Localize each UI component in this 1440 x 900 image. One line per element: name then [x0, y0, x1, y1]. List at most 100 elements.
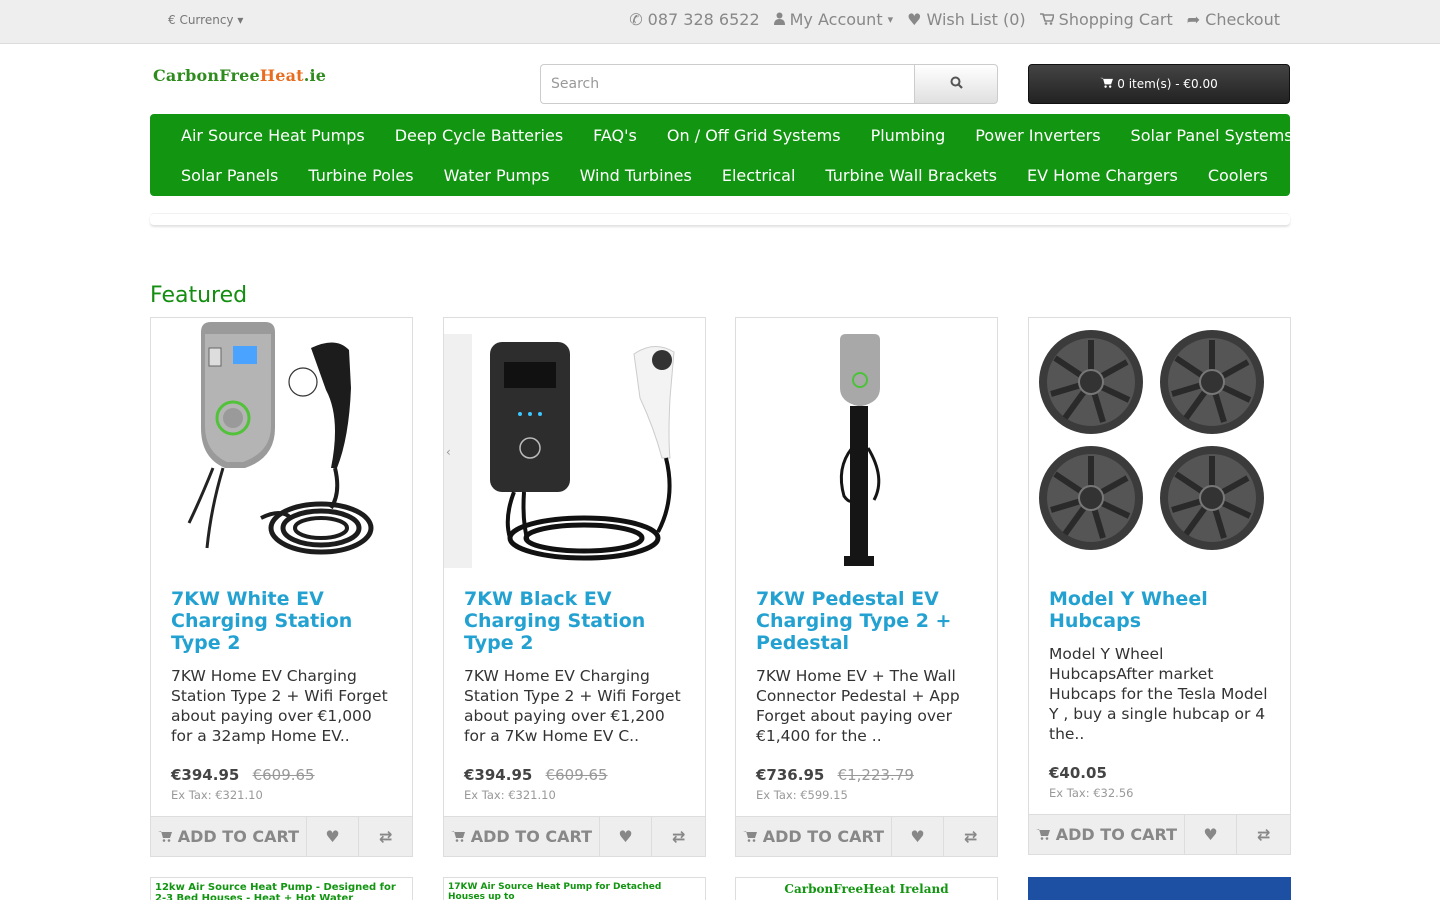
- product-name-link[interactable]: 7KW Black EV Charging Station Type 2: [464, 588, 685, 654]
- cart-icon: [157, 827, 172, 846]
- cart-icon: [450, 827, 465, 846]
- add-to-wishlist-button[interactable]: ♥: [600, 817, 653, 856]
- product-price: €394.95 €609.65: [171, 766, 392, 784]
- price-old: €1,223.79: [837, 766, 914, 784]
- product-name-link[interactable]: 7KW White EV Charging Station Type 2: [171, 588, 392, 654]
- phone-number: 087 328 6522: [647, 10, 760, 29]
- menu-row-2: Solar Panels Turbine Poles Water Pumps W…: [166, 155, 1290, 195]
- price-ex-tax: Ex Tax: €32.56: [1049, 786, 1134, 800]
- search-icon: [950, 76, 963, 92]
- product-price: €394.95 €609.65: [464, 766, 685, 784]
- price-ex-tax: Ex Tax: €321.10: [464, 788, 556, 802]
- product-actions: ADD TO CART ♥ ⇄: [736, 816, 997, 856]
- menu-item[interactable]: Coolers: [1193, 166, 1283, 185]
- price-old: €609.65: [545, 766, 608, 784]
- menu-item[interactable]: Turbine Wall Brackets: [810, 166, 1012, 185]
- menu-item[interactable]: Plumbing: [856, 126, 961, 145]
- category-menu: Air Source Heat Pumps Deep Cycle Batteri…: [150, 114, 1293, 196]
- menu-item[interactable]: On / Off Grid Systems: [652, 126, 856, 145]
- add-to-wishlist-button[interactable]: ♥: [1185, 815, 1238, 854]
- menu-item[interactable]: EV Home Chargers: [1012, 166, 1193, 185]
- add-to-cart-button[interactable]: ADD TO CART: [151, 817, 307, 856]
- add-to-cart-label: ADD TO CART: [1055, 825, 1178, 844]
- add-to-cart-label: ADD TO CART: [762, 827, 885, 846]
- add-to-cart-button[interactable]: ADD TO CART: [1029, 815, 1185, 854]
- cart-icon: [742, 827, 757, 846]
- product-card-partial[interactable]: 17KW Air Source Heat Pump for Detached H…: [443, 877, 706, 900]
- product-image[interactable]: [151, 318, 412, 576]
- heart-icon: ♥: [910, 827, 925, 846]
- site-logo[interactable]: CarbonFreeHeat.ie: [153, 66, 326, 85]
- compare-button[interactable]: ⇄: [1237, 815, 1290, 854]
- product-actions: ADD TO CART ♥ ⇄: [444, 816, 705, 856]
- search-button[interactable]: [914, 64, 998, 104]
- wish-list-label: Wish List (0): [926, 10, 1026, 29]
- product-banner-text: CarbonFreeHeat Ireland: [784, 882, 949, 896]
- menu-item[interactable]: Solar Panels: [166, 166, 293, 185]
- product-image[interactable]: [1029, 318, 1290, 576]
- menu-item[interactable]: FAQ's: [578, 126, 652, 145]
- product-banner-text: 12kw Air Source Heat Pump - Designed for…: [155, 882, 396, 900]
- product-card-partial[interactable]: CarbonFreeHeat Ireland: [735, 877, 998, 900]
- product-image[interactable]: ‹: [444, 318, 705, 576]
- product-description: 7KW Home EV + The Wall Connector Pedesta…: [756, 667, 960, 745]
- exchange-icon: ⇄: [671, 827, 686, 846]
- add-to-wishlist-button[interactable]: ♥: [892, 817, 945, 856]
- share-icon: ➦: [1186, 10, 1201, 29]
- menu-item[interactable]: Deep Cycle Batteries: [380, 126, 578, 145]
- menu-item[interactable]: Wind Turbines: [565, 166, 707, 185]
- cart-summary-text: 0 item(s) - €0.00: [1117, 77, 1218, 91]
- checkout-label: Checkout: [1205, 10, 1280, 29]
- price-ex-tax: Ex Tax: €321.10: [171, 788, 263, 802]
- product-name-link[interactable]: Model Y Wheel Hubcaps: [1049, 588, 1270, 632]
- compare-button[interactable]: ⇄: [652, 817, 705, 856]
- user-icon: [773, 10, 785, 29]
- checkout-link[interactable]: ➦ Checkout: [1187, 10, 1280, 29]
- heart-icon: ♥: [325, 827, 340, 846]
- price-new: €736.95: [756, 766, 825, 784]
- product-card: 7KW Pedestal EV Charging Type 2 + Pedest…: [735, 317, 998, 857]
- cart-summary-button[interactable]: 0 item(s) - €0.00: [1028, 64, 1290, 104]
- logo-text-1: CarbonFree: [153, 66, 260, 85]
- compare-button[interactable]: ⇄: [944, 817, 997, 856]
- currency-dropdown[interactable]: € Currency ▾: [168, 13, 243, 27]
- shopping-cart-link[interactable]: Shopping Cart: [1039, 10, 1173, 29]
- add-to-cart-label: ADD TO CART: [177, 827, 300, 846]
- heart-icon: ♥: [1203, 825, 1218, 844]
- heart-icon: ♥: [618, 827, 633, 846]
- price-ex-tax: Ex Tax: €599.15: [756, 788, 848, 802]
- caret-down-icon: ▾: [887, 13, 894, 26]
- add-to-wishlist-button[interactable]: ♥: [307, 817, 360, 856]
- menu-item[interactable]: Air Source Heat Pumps: [166, 126, 380, 145]
- price-new: €394.95: [171, 766, 240, 784]
- menu-row-1: Air Source Heat Pumps Deep Cycle Batteri…: [166, 115, 1293, 155]
- phone-link[interactable]: ✆ 087 328 6522: [629, 10, 759, 29]
- product-card: Model Y Wheel Hubcaps Model Y Wheel Hubc…: [1028, 317, 1291, 855]
- product-card: ‹ 7KW Black EV Charging Station Type 2 7…: [443, 317, 706, 857]
- add-to-cart-button[interactable]: ADD TO CART: [736, 817, 892, 856]
- wish-list-link[interactable]: ♥ Wish List (0): [907, 10, 1026, 29]
- product-actions: ADD TO CART ♥ ⇄: [1029, 814, 1290, 854]
- cart-icon: [1039, 10, 1055, 29]
- search-input[interactable]: [540, 64, 914, 104]
- product-card-partial[interactable]: 12kw Air Source Heat Pump - Designed for…: [150, 877, 413, 900]
- logo-text-2: Heat: [259, 66, 304, 85]
- menu-item[interactable]: Power Inverters: [960, 126, 1115, 145]
- caret-down-icon: ▾: [237, 13, 244, 27]
- menu-item[interactable]: Water Pumps: [429, 166, 565, 185]
- exchange-icon: ⇄: [378, 827, 393, 846]
- exchange-icon: ⇄: [963, 827, 978, 846]
- menu-item[interactable]: Electrical: [707, 166, 811, 185]
- svg-text:‹: ‹: [446, 445, 451, 459]
- product-actions: ADD TO CART ♥ ⇄: [151, 816, 412, 856]
- menu-item[interactable]: Solar Panel Systems: [1116, 126, 1308, 145]
- product-image[interactable]: [736, 318, 997, 576]
- product-card-partial[interactable]: [1028, 877, 1291, 900]
- menu-item[interactable]: Turbine Poles: [293, 166, 428, 185]
- compare-button[interactable]: ⇄: [359, 817, 412, 856]
- my-account-label: My Account: [789, 10, 883, 29]
- add-to-cart-button[interactable]: ADD TO CART: [444, 817, 600, 856]
- product-price: €40.05: [1049, 764, 1270, 782]
- product-name-link[interactable]: 7KW Pedestal EV Charging Type 2 + Pedest…: [756, 588, 977, 654]
- my-account-dropdown[interactable]: My Account ▾: [773, 10, 894, 29]
